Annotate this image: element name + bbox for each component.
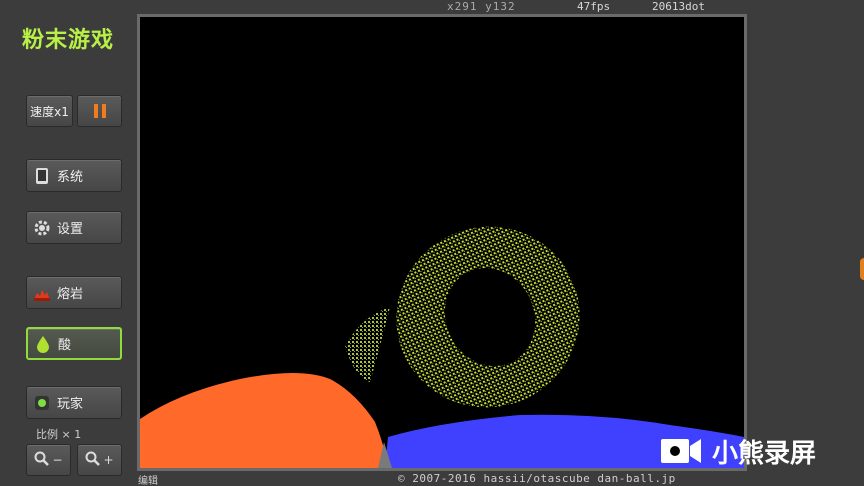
copyright-text: © 2007-2016 hassii/otascube dan-ball.jp [398, 472, 676, 485]
zoom-out-icon [34, 451, 50, 470]
player-button[interactable]: 玩家 [26, 386, 122, 419]
zoom-out-label: − [52, 453, 63, 467]
zoom-in-icon [85, 451, 101, 470]
cursor-coords: x291 y132 [447, 0, 516, 13]
lava-label: 熔岩 [57, 287, 84, 302]
simulation-canvas[interactable] [137, 14, 747, 471]
settings-label: 设置 [57, 222, 84, 237]
acid-particles [345, 226, 580, 408]
lava-mound [140, 373, 388, 468]
gear-icon [33, 219, 51, 237]
zoom-in-label: + [103, 453, 114, 467]
fps-counter: 47fps [577, 0, 611, 13]
app-title: 粉末游戏 [22, 28, 115, 53]
camera-icon [660, 436, 702, 466]
droplet-icon [34, 335, 52, 353]
pause-icon [92, 104, 108, 118]
acid-label: 酸 [58, 338, 72, 353]
pause-button[interactable] [77, 95, 122, 127]
side-tab-handle[interactable] [860, 258, 864, 280]
recorder-watermark: 小熊录屏 [660, 428, 816, 474]
watermark-text: 小熊录屏 [712, 438, 817, 469]
system-label: 系统 [57, 170, 84, 185]
scale-label: 比例 × 1 [36, 428, 82, 441]
dot-counter: 20613dot [652, 0, 705, 13]
powder-scene [140, 226, 744, 468]
lava-button[interactable]: 熔岩 [26, 276, 122, 309]
zoom-out-button[interactable]: − [26, 444, 71, 476]
acid-button[interactable]: 酸 [26, 327, 122, 360]
tablet-icon [33, 167, 51, 185]
zoom-in-button[interactable]: + [77, 444, 122, 476]
player-icon [33, 394, 51, 412]
sidebar: 粉末游戏 速度x1 系统 设置 熔岩 酸 玩家 比例 × 1 − + [0, 0, 136, 486]
edit-label[interactable]: 编辑 [138, 472, 158, 486]
system-button[interactable]: 系统 [26, 159, 122, 192]
lava-icon [33, 284, 51, 302]
player-label: 玩家 [57, 397, 84, 412]
speed-button[interactable]: 速度x1 [26, 95, 73, 127]
settings-button[interactable]: 设置 [26, 211, 122, 244]
